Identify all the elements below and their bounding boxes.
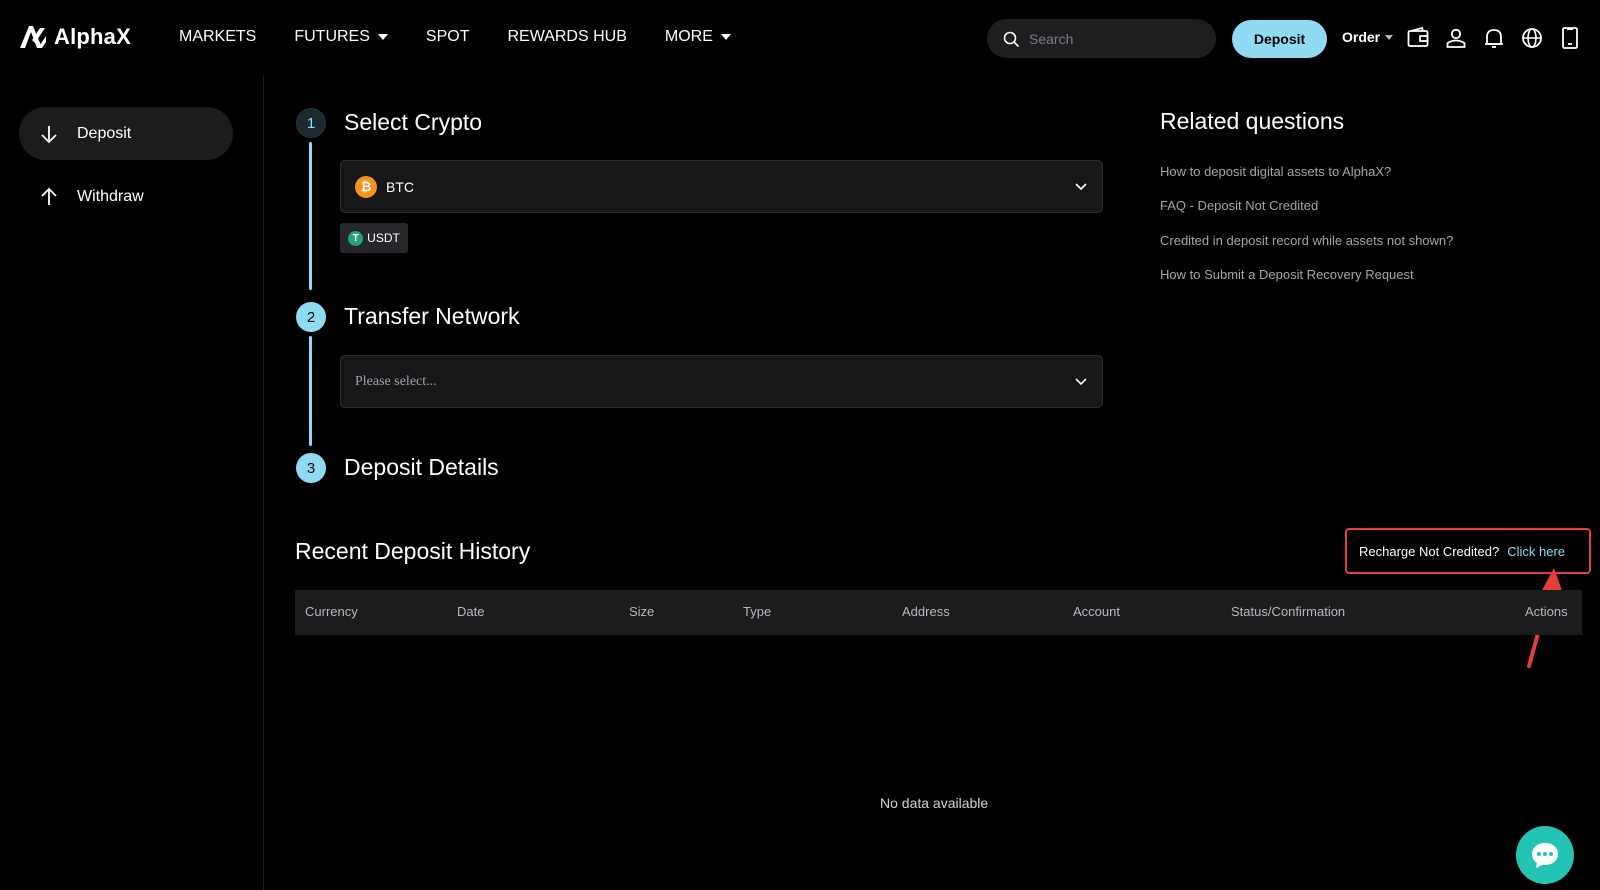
column-header-date: Date: [457, 604, 485, 619]
no-data-text: No data available: [880, 795, 989, 811]
arrow-down-icon: [41, 125, 57, 143]
chat-support-button[interactable]: [1516, 826, 1574, 884]
step-1-circle: 1: [296, 108, 326, 138]
no-data-icon: [904, 712, 970, 772]
caret-down-icon: [377, 34, 388, 40]
recent-deposit-history-title: Recent Deposit History: [295, 538, 531, 564]
related-link[interactable]: Credited in deposit record while assets …: [1160, 233, 1453, 248]
recharge-not-credited-text: Recharge Not Credited?: [1359, 543, 1500, 559]
quick-select-usdt-chip[interactable]: T USDT: [340, 223, 408, 253]
nav-futures-label: FUTURES: [294, 28, 370, 45]
step-2-title: Transfer Network: [344, 303, 520, 329]
click-here-link[interactable]: Click here: [1507, 544, 1565, 559]
column-header-type: Type: [743, 604, 772, 619]
main-nav: MARKETS FUTURES SPOT REWARDS HUB MORE: [179, 28, 731, 46]
header-deposit-button[interactable]: Deposit: [1232, 20, 1327, 58]
crypto-select[interactable]: ₿ BTC: [340, 160, 1103, 213]
sidebar-item-withdraw[interactable]: Withdraw: [19, 170, 233, 223]
related-questions-title: Related questions: [1160, 108, 1345, 134]
related-link[interactable]: How to Submit a Deposit Recovery Request: [1160, 267, 1414, 282]
column-header-actions: Actions: [1525, 604, 1568, 619]
sidebar-item-deposit[interactable]: Deposit: [19, 107, 233, 160]
sidebar: Deposit Withdraw: [0, 76, 264, 890]
usdt-coin-icon: T: [348, 230, 364, 246]
alphax-logo-icon: [20, 26, 46, 48]
mobile-app-icon[interactable]: [1558, 26, 1582, 50]
caret-down-icon: [1385, 34, 1394, 40]
column-header-currency: Currency: [305, 604, 358, 619]
top-header: AlphaX MARKETS FUTURES SPOT REWARDS HUB …: [0, 0, 1600, 76]
nav-spot[interactable]: SPOT: [426, 28, 470, 46]
column-header-status: Status/Confirmation: [1231, 604, 1346, 619]
nav-more[interactable]: MORE: [665, 28, 731, 46]
step-2-circle: 2: [296, 302, 326, 332]
chip-label: USDT: [367, 231, 400, 245]
caret-down-icon: [720, 34, 731, 40]
step-connector: [309, 142, 312, 290]
nav-rewards-hub[interactable]: REWARDS HUB: [507, 28, 626, 46]
logo-text: AlphaX: [54, 24, 131, 49]
chevron-down-icon: [1075, 183, 1087, 191]
alphax-logo[interactable]: AlphaX: [18, 24, 131, 50]
sidebar-item-label: Withdraw: [77, 187, 144, 205]
deposit-history-table-header: Currency Date Size Type Address Account …: [295, 590, 1582, 635]
nav-futures[interactable]: FUTURES: [294, 28, 388, 46]
column-header-address: Address: [902, 604, 950, 619]
search-input[interactable]: [1029, 30, 1199, 47]
arrow-up-icon: [41, 187, 57, 205]
nav-markets[interactable]: MARKETS: [179, 28, 256, 46]
step-connector: [309, 336, 312, 446]
nav-rewards-hub-label: REWARDS HUB: [507, 28, 627, 45]
order-menu[interactable]: Order: [1342, 29, 1394, 45]
sidebar-item-label: Deposit: [77, 124, 132, 142]
step-1-title: Select Crypto: [344, 109, 483, 135]
network-select[interactable]: Please select...: [340, 355, 1103, 408]
column-header-size: Size: [629, 604, 655, 619]
order-label: Order: [1342, 29, 1381, 45]
related-link[interactable]: How to deposit digital assets to AlphaX?: [1160, 164, 1391, 179]
chat-bubble-icon: [1532, 843, 1558, 868]
search-box[interactable]: [987, 19, 1216, 58]
globe-icon[interactable]: [1520, 26, 1544, 50]
bell-icon[interactable]: [1482, 26, 1506, 50]
nav-markets-label: MARKETS: [179, 28, 257, 45]
search-icon: [1003, 31, 1019, 47]
network-select-placeholder: Please select...: [355, 373, 437, 389]
step-3-circle: 3: [296, 453, 326, 483]
chevron-down-icon: [1075, 378, 1087, 386]
user-icon[interactable]: [1444, 26, 1468, 50]
btc-coin-icon: ₿: [355, 175, 377, 198]
related-link[interactable]: FAQ - Deposit Not Credited: [1160, 198, 1318, 213]
step-3-title: Deposit Details: [344, 454, 499, 480]
crypto-select-value: BTC: [386, 178, 414, 195]
column-header-account: Account: [1073, 604, 1120, 619]
wallet-icon[interactable]: [1406, 26, 1430, 50]
nav-spot-label: SPOT: [425, 28, 470, 45]
nav-more-label: MORE: [664, 28, 713, 45]
